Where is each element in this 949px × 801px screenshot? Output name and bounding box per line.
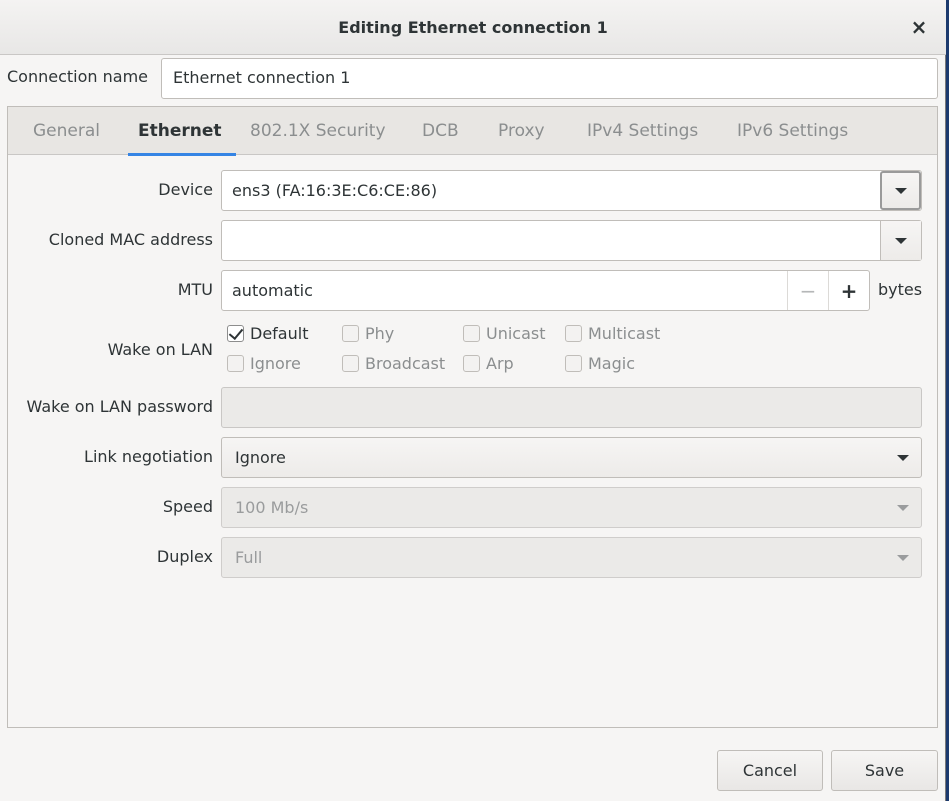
checkbox-icon	[227, 355, 244, 372]
settings-notebook: General Ethernet 802.1X Security DCB Pro…	[7, 106, 938, 728]
mtu-increment-button[interactable]: +	[828, 271, 869, 310]
tab-dcb[interactable]: DCB	[422, 107, 459, 155]
connection-name-input[interactable]: Ethernet connection 1	[161, 58, 938, 99]
cloned-mac-label: Cloned MAC address	[48, 230, 213, 249]
checkbox-checked-icon	[227, 325, 244, 342]
checkbox-icon	[342, 325, 359, 342]
checkbox-icon	[463, 325, 480, 342]
connection-name-label: Connection name	[7, 67, 148, 86]
cloned-mac-dropdown-button[interactable]	[880, 221, 921, 260]
mtu-value: automatic	[232, 281, 313, 300]
tab-ipv6-settings[interactable]: IPv6 Settings	[737, 107, 848, 155]
tab-proxy[interactable]: Proxy	[498, 107, 545, 155]
mtu-decrement-button[interactable]: −	[787, 271, 828, 310]
window-title: Editing Ethernet connection 1	[338, 17, 608, 37]
chevron-down-icon	[897, 455, 909, 461]
speed-select[interactable]: 100 Mb/s	[221, 487, 922, 528]
close-icon[interactable]: ×	[906, 14, 932, 40]
tab-ipv4-settings[interactable]: IPv4 Settings	[587, 107, 698, 155]
device-dropdown-button[interactable]	[880, 171, 921, 210]
chevron-down-icon	[897, 555, 909, 561]
mtu-units: bytes	[878, 280, 923, 299]
tab-general[interactable]: General	[33, 107, 100, 155]
link-negotiation-value: Ignore	[235, 448, 286, 467]
wol-multicast-checkbox[interactable]: Multicast	[565, 324, 660, 343]
wol-password-label: Wake on LAN password	[26, 397, 213, 416]
tab-bar: General Ethernet 802.1X Security DCB Pro…	[8, 107, 937, 156]
cancel-button[interactable]: Cancel	[717, 750, 823, 791]
mtu-spinbutton[interactable]: automatic − +	[221, 270, 870, 311]
wol-ignore-checkbox[interactable]: Ignore	[227, 354, 301, 373]
device-value: ens3 (FA:16:3E:C6:CE:86)	[232, 181, 438, 200]
speed-value: 100 Mb/s	[235, 498, 309, 517]
wake-on-lan-label: Wake on LAN	[107, 340, 213, 359]
wol-magic-checkbox[interactable]: Magic	[565, 354, 635, 373]
wol-default-checkbox[interactable]: Default	[227, 324, 308, 343]
mtu-label: MTU	[177, 280, 213, 299]
tab-8021x-security[interactable]: 802.1X Security	[250, 107, 386, 155]
checkbox-icon	[463, 355, 480, 372]
link-negotiation-select[interactable]: Ignore	[221, 437, 922, 478]
speed-label: Speed	[162, 497, 213, 516]
title-bar: Editing Ethernet connection 1 ×	[0, 0, 946, 55]
chevron-down-icon	[894, 187, 907, 194]
duplex-select[interactable]: Full	[221, 537, 922, 578]
duplex-label: Duplex	[156, 547, 213, 566]
device-label: Device	[158, 180, 213, 199]
checkbox-icon	[565, 325, 582, 342]
wol-broadcast-checkbox[interactable]: Broadcast	[342, 354, 445, 373]
duplex-value: Full	[235, 548, 263, 567]
edit-connection-dialog: Editing Ethernet connection 1 × Connecti…	[0, 0, 946, 801]
cloned-mac-combo[interactable]	[221, 220, 922, 261]
save-button[interactable]: Save	[831, 750, 938, 791]
device-combo[interactable]: ens3 (FA:16:3E:C6:CE:86)	[221, 170, 922, 211]
wol-arp-checkbox[interactable]: Arp	[463, 354, 514, 373]
tab-ethernet[interactable]: Ethernet	[128, 107, 235, 156]
chevron-down-icon	[895, 237, 907, 244]
wol-unicast-checkbox[interactable]: Unicast	[463, 324, 546, 343]
wol-password-input[interactable]	[221, 387, 922, 428]
link-negotiation-label: Link negotiation	[84, 447, 213, 466]
wol-phy-checkbox[interactable]: Phy	[342, 324, 394, 343]
chevron-down-icon	[897, 505, 909, 511]
checkbox-icon	[342, 355, 359, 372]
connection-name-row: Connection name Ethernet connection 1	[0, 58, 946, 100]
checkbox-icon	[565, 355, 582, 372]
